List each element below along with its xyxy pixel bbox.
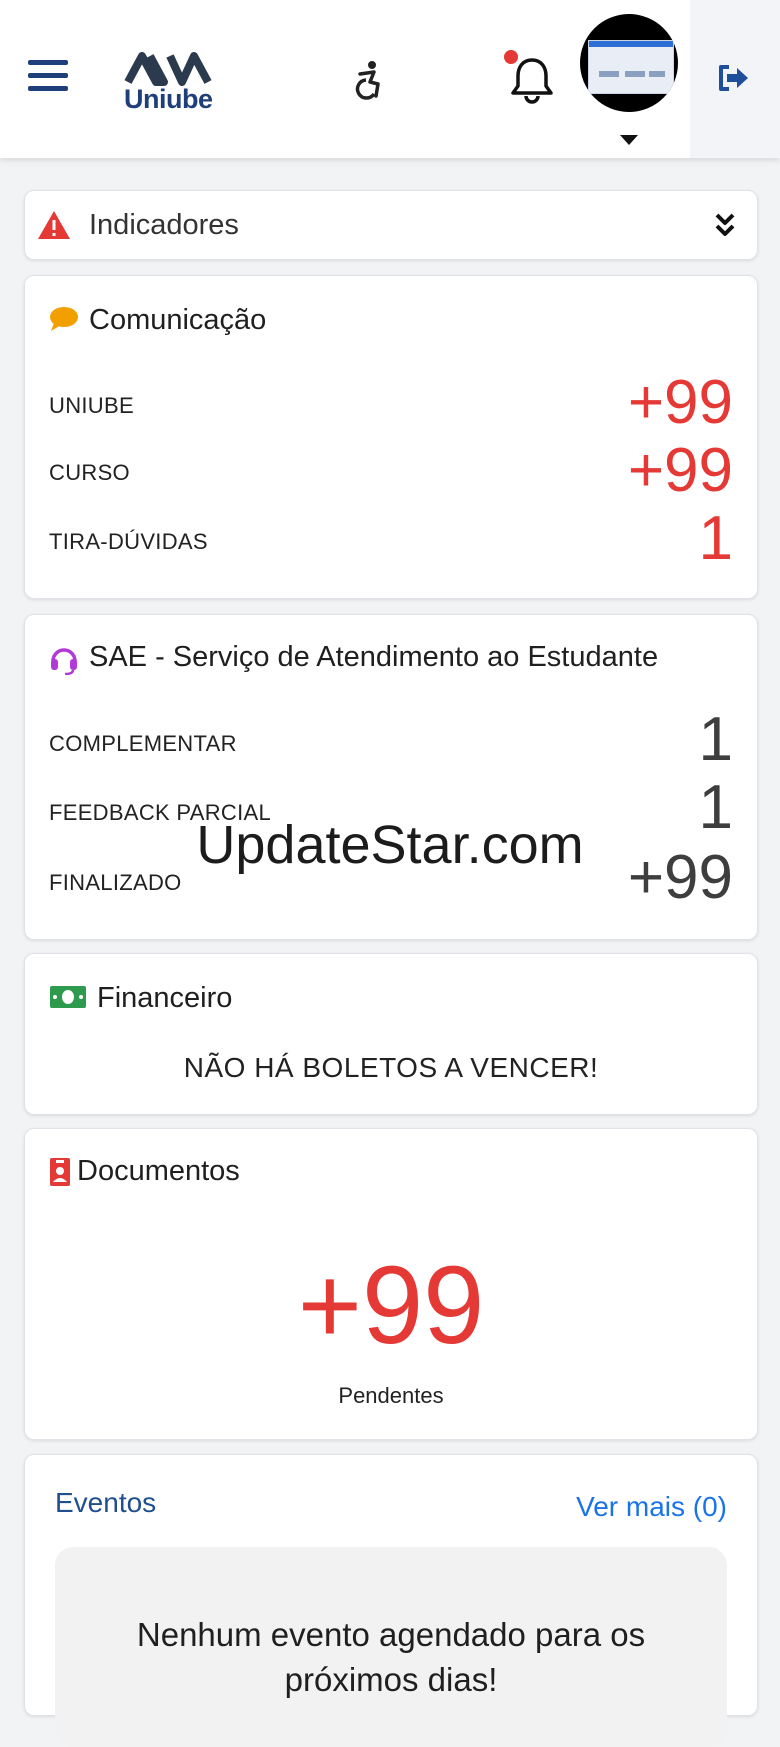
row-label-tira-duvidas: TIRA-DÚVIDAS	[49, 529, 208, 554]
ava-logo-mark	[124, 52, 212, 86]
count-finalizado[interactable]: +99	[628, 847, 733, 909]
eventos-empty-box: Nenhum evento agendado para os próximos …	[55, 1547, 727, 1747]
count-uniube[interactable]: +99	[628, 372, 733, 434]
logo-text: Uniube	[124, 84, 213, 114]
eventos-empty-message: Nenhum evento agendado para os próximos …	[55, 1613, 727, 1702]
sae-card: SAE - Serviço de Atendimento ao Estudant…	[24, 614, 758, 940]
eventos-empty-line1: Nenhum evento agendado para os	[136, 1616, 646, 1653]
notification-badge	[504, 50, 518, 64]
menu-icon[interactable]	[28, 60, 68, 96]
count-complementar[interactable]: 1	[699, 709, 733, 771]
documentos-card: Documentos +99 Pendentes	[24, 1128, 758, 1440]
row-label-uniube: UNIUBE	[49, 393, 134, 418]
section-title: Comunicação	[89, 304, 267, 336]
double-chevron-down-icon	[715, 213, 735, 236]
ver-mais-link[interactable]: Ver mais (0)	[576, 1491, 727, 1523]
chevron-down-icon[interactable]	[620, 135, 638, 145]
warning-icon	[38, 211, 70, 239]
count-feedback-parcial[interactable]: 1	[699, 777, 733, 839]
row-label-curso: CURSO	[49, 460, 130, 485]
section-title: SAE - Serviço de Atendimento ao Estudant…	[89, 641, 659, 673]
headset-icon	[51, 648, 77, 675]
money-bill-icon	[50, 986, 86, 1008]
logout-icon[interactable]	[717, 63, 751, 93]
documentos-subtitle: Pendentes	[338, 1383, 444, 1408]
count-tira-duvidas[interactable]: 1	[699, 508, 733, 570]
app-logo[interactable]: Uniube	[124, 48, 220, 114]
count-curso[interactable]: +99	[628, 440, 733, 502]
id-badge-icon	[50, 1158, 70, 1186]
eventos-title: Eventos	[55, 1487, 157, 1518]
documentos-count[interactable]: +99	[25, 1251, 757, 1361]
financeiro-card: Financeiro NÃO HÁ BOLETOS A VENCER!	[24, 953, 758, 1115]
comunicacao-card: Comunicação UNIUBE +99 CURSO +99 TIRA-DÚ…	[24, 275, 758, 599]
section-title: Documentos	[77, 1155, 240, 1187]
chat-bubble-icon	[50, 307, 78, 331]
eventos-empty-line2: próximos dias!	[284, 1660, 498, 1698]
section-title: Financeiro	[97, 982, 233, 1014]
indicadores-toggle[interactable]: Indicadores	[24, 190, 758, 260]
row-label-finalizado: FINALIZADO	[49, 870, 182, 895]
top-header: Uniube	[0, 0, 780, 158]
indicadores-label: Indicadores	[89, 209, 239, 241]
row-label-complementar: COMPLEMENTAR	[49, 731, 237, 756]
accessibility-icon[interactable]	[352, 60, 386, 100]
financeiro-message: NÃO HÁ BOLETOS A VENCER!	[183, 1052, 599, 1083]
row-label-feedback-parcial: FEEDBACK PARCIAL	[49, 800, 272, 825]
eventos-card: Eventos Ver mais (0) Nenhum evento agend…	[24, 1454, 758, 1747]
user-avatar[interactable]	[580, 14, 678, 112]
